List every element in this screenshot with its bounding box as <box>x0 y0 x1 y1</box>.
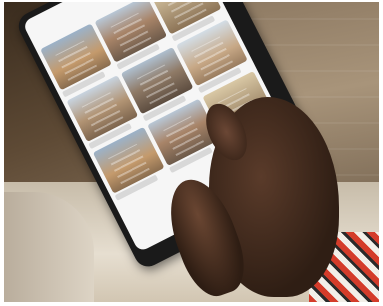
status-text <box>28 22 33 31</box>
photo <box>4 2 379 302</box>
